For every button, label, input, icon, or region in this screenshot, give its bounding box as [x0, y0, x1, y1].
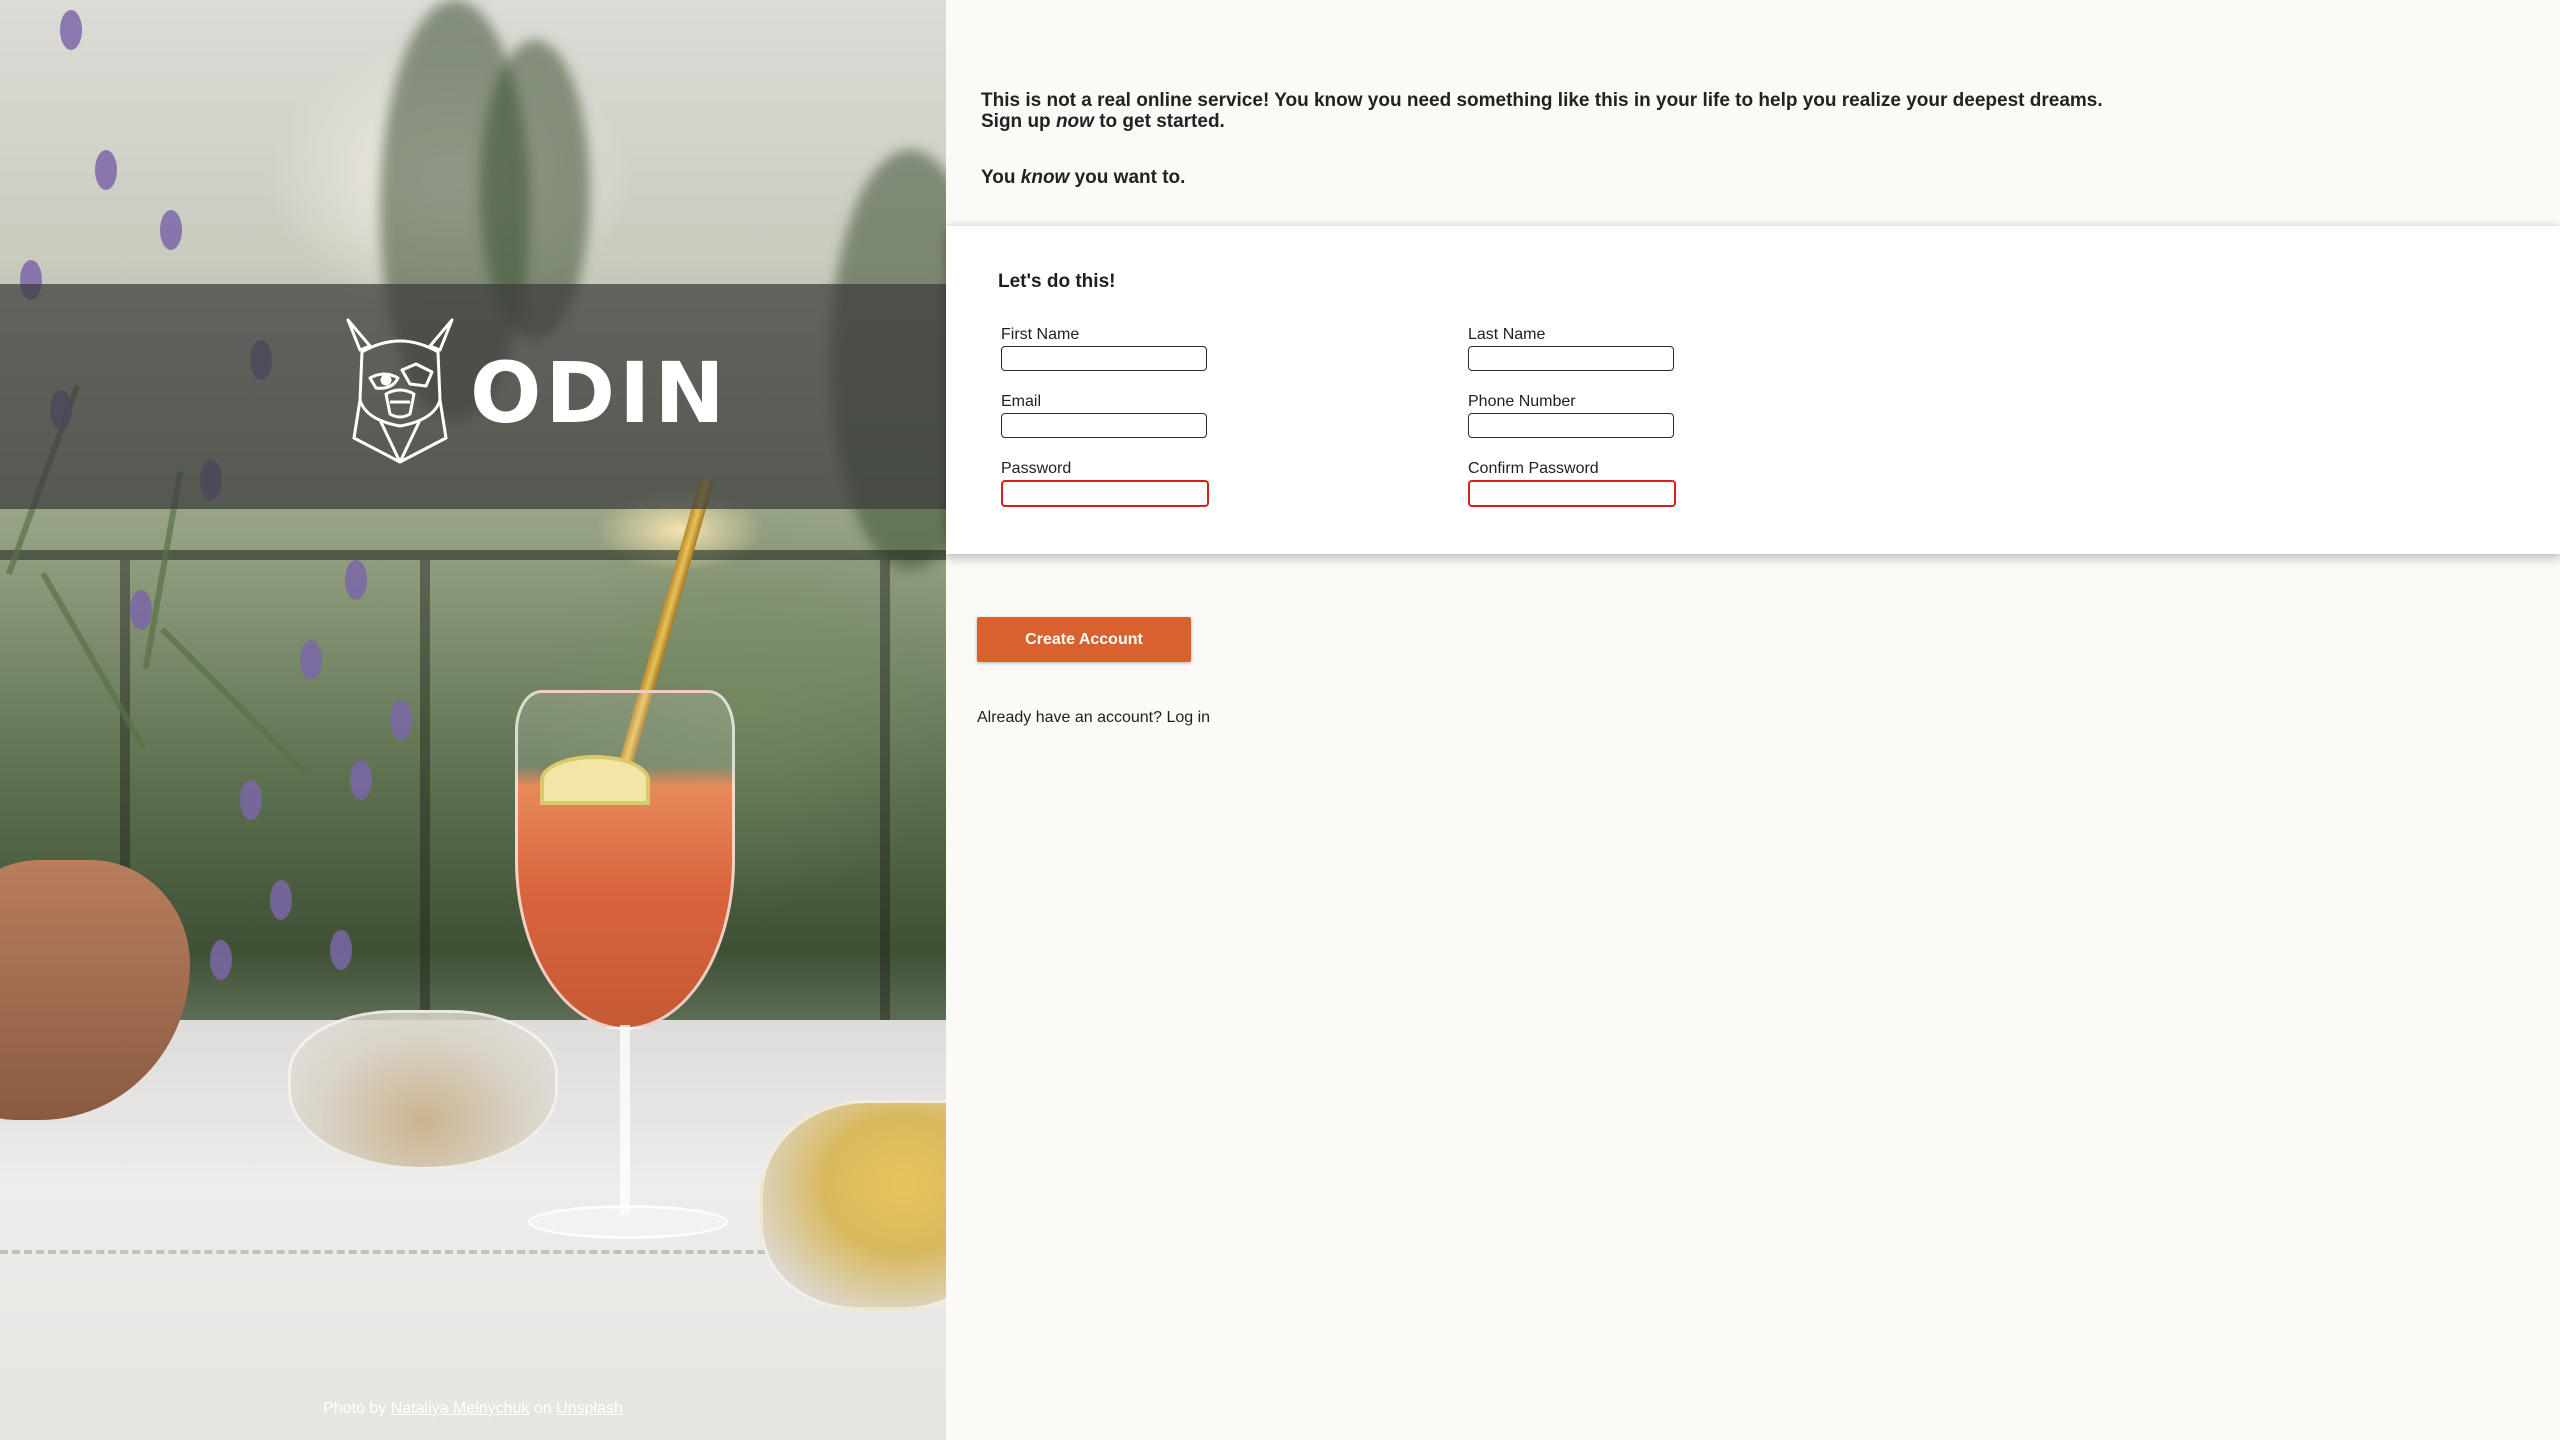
- viking-helmet-icon: [340, 316, 460, 471]
- intro-line-2-before: Sign up: [981, 111, 1056, 132]
- confirm-password-input[interactable]: [1468, 480, 1676, 507]
- phone-field-group: Phone Number: [1468, 393, 1674, 438]
- photo-credit-middle: on: [533, 1400, 552, 1417]
- signup-form: Let's do this! First Name Last Name Emai…: [946, 226, 2560, 554]
- intro-line-2-emphasis: now: [1055, 111, 1094, 132]
- first-name-input[interactable]: [1001, 346, 1207, 371]
- last-name-field-group: Last Name: [1468, 326, 1674, 371]
- tagline-after: you want to.: [1069, 167, 1186, 188]
- password-label: Password: [1001, 460, 1072, 477]
- intro-tagline: You know you want to.: [981, 167, 2381, 188]
- login-link[interactable]: Log in: [1166, 709, 1210, 726]
- last-name-input[interactable]: [1468, 346, 1674, 371]
- email-input[interactable]: [1001, 413, 1207, 438]
- confirm-password-label: Confirm Password: [1468, 460, 1599, 477]
- email-label: Email: [1001, 393, 1042, 410]
- intro-line-1: This is not a real online service! You k…: [981, 90, 2103, 111]
- brand-logo: ODIN: [340, 316, 725, 471]
- phone-label: Phone Number: [1468, 393, 1576, 410]
- first-name-field-group: First Name: [1001, 326, 1207, 371]
- password-field-group: Password: [1001, 460, 1209, 507]
- password-input[interactable]: [1001, 480, 1209, 507]
- email-field-group: Email: [1001, 393, 1207, 438]
- tagline-emphasis: know: [1020, 167, 1070, 188]
- confirm-password-field-group: Confirm Password: [1468, 460, 1676, 507]
- photo-credit-prefix: Photo by: [323, 1400, 387, 1417]
- photo-credit: Photo by Nataliya Melnychuk on Unsplash: [0, 1400, 946, 1418]
- intro-paragraph: This is not a real online service! You k…: [981, 90, 2381, 132]
- first-name-label: First Name: [1001, 326, 1080, 343]
- photo-author-link[interactable]: Nataliya Melnychuk: [391, 1400, 530, 1417]
- unsplash-link[interactable]: Unsplash: [556, 1400, 623, 1417]
- last-name-label: Last Name: [1468, 326, 1546, 343]
- intro-text: This is not a real online service! You k…: [981, 90, 2381, 223]
- intro-line-2-after: to get started.: [1093, 111, 1225, 132]
- phone-input[interactable]: [1468, 413, 1674, 438]
- form-title: Let's do this!: [998, 271, 1116, 292]
- tagline-before: You: [981, 167, 1021, 188]
- login-prompt-text: Already have an account?: [977, 709, 1163, 726]
- login-prompt: Already have an account? Log in: [977, 709, 1210, 727]
- hero-photo: [0, 0, 946, 1440]
- brand-wordmark: ODIN: [470, 344, 729, 442]
- create-account-button[interactable]: Create Account: [977, 617, 1191, 662]
